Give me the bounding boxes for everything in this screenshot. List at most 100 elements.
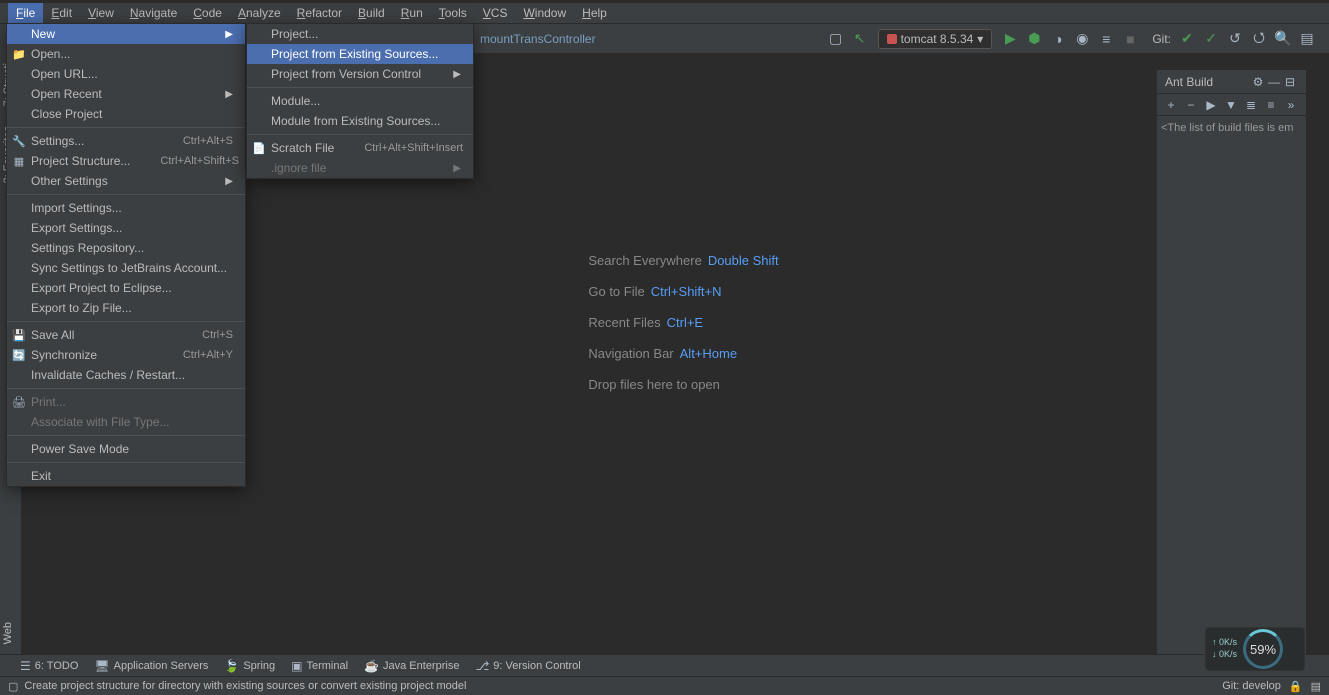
menu-item-shortcut: Ctrl+S xyxy=(172,329,233,341)
lock-icon[interactable]: 🔒 xyxy=(1289,680,1303,693)
menu-bar: FileEditViewNavigateCodeAnalyzeRefactorB… xyxy=(0,3,1329,23)
attach-button[interactable]: ≡ xyxy=(1096,29,1116,49)
file-separator xyxy=(7,194,245,195)
vcs-history-button[interactable]: ↺ xyxy=(1225,29,1245,49)
menu-file[interactable]: File xyxy=(8,3,43,23)
cpu-gauge: 59% xyxy=(1243,629,1283,669)
file-item-export-project-to-eclipse[interactable]: Export Project to Eclipse... xyxy=(7,278,245,298)
file-item-invalidate-caches-restart[interactable]: Invalidate Caches / Restart... xyxy=(7,365,245,385)
status-bar: ▢ Create project structure for directory… xyxy=(0,676,1329,695)
run-config-selector[interactable]: tomcat 8.5.34 ▾ xyxy=(878,29,993,49)
left-tab-web[interactable]: Web xyxy=(0,612,16,654)
menu-code[interactable]: Code xyxy=(185,3,230,23)
ide-button[interactable]: ▤ xyxy=(1297,29,1317,49)
remove-icon[interactable]: − xyxy=(1181,98,1201,112)
menu-item-label: Exit xyxy=(31,469,51,483)
more-icon[interactable]: » xyxy=(1281,98,1301,112)
new-item-project-from-version-control[interactable]: Project from Version Control▶ xyxy=(247,64,473,84)
menu-help[interactable]: Help xyxy=(574,3,615,23)
performance-widget[interactable]: ↑ 0K/s ↓ 0K/s 59% xyxy=(1205,627,1305,671)
notif-icon[interactable]: ▤ xyxy=(1311,680,1321,693)
menu-run[interactable]: Run xyxy=(393,3,431,23)
vcs-commit-button[interactable]: ✓ xyxy=(1201,29,1221,49)
menu-view[interactable]: View xyxy=(80,3,122,23)
bottom-tab-label: Terminal xyxy=(306,660,348,672)
file-item-export-to-zip-file[interactable]: Export to Zip File... xyxy=(7,298,245,318)
menu-edit[interactable]: Edit xyxy=(43,3,80,23)
file-item-save-all[interactable]: 💾 Save All Ctrl+S xyxy=(7,325,245,345)
bottom-tab-application-servers[interactable]: 🖥Application Servers xyxy=(94,659,208,673)
bottom-tab-java-enterprise[interactable]: ☕Java Enterprise xyxy=(364,659,459,673)
expand-icon[interactable]: ≣ xyxy=(1241,98,1261,112)
menu-item-label: Project from Version Control xyxy=(271,67,421,81)
new-item-module-from-existing-sources[interactable]: Module from Existing Sources... xyxy=(247,111,473,131)
new-item-scratch-file[interactable]: 📄Scratch FileCtrl+Alt+Shift+Insert xyxy=(247,138,473,158)
file-item-exit[interactable]: Exit xyxy=(7,466,245,486)
file-item-close-project[interactable]: Close Project xyxy=(7,104,245,124)
bottom-tab-label: Spring xyxy=(243,660,275,672)
menu-build[interactable]: Build xyxy=(350,3,393,23)
device-icon[interactable]: ▢ xyxy=(826,29,846,49)
breadcrumb[interactable]: mountTransController xyxy=(480,32,596,46)
bottom-tab-terminal[interactable]: ▣Terminal xyxy=(291,659,348,673)
hint-label: Search Everywhere xyxy=(588,253,701,268)
add-icon[interactable]: + xyxy=(1161,98,1181,112)
bottom-tab-9-version-control[interactable]: ⎇9: Version Control xyxy=(475,659,580,673)
new-item-project[interactable]: Project... xyxy=(247,24,473,44)
hide-icon[interactable]: ⊟ xyxy=(1282,75,1298,89)
menu-item-icon: 📄 xyxy=(251,142,267,155)
run-icon[interactable]: ▶ xyxy=(1201,98,1221,112)
debug-button[interactable]: ⬢ xyxy=(1024,29,1044,49)
gear-icon[interactable]: ⚙ xyxy=(1250,75,1266,89)
menu-item-label: Save All xyxy=(31,328,74,342)
file-item-export-settings[interactable]: Export Settings... xyxy=(7,218,245,238)
menu-window[interactable]: Window xyxy=(515,3,574,23)
coverage-button[interactable]: ◑ xyxy=(1048,29,1068,49)
file-item-new[interactable]: New▶ xyxy=(7,24,245,44)
menu-analyze[interactable]: Analyze xyxy=(230,3,289,23)
menu-refactor[interactable]: Refactor xyxy=(289,3,350,23)
file-item-project-structure[interactable]: ▦Project Structure...Ctrl+Alt+Shift+S xyxy=(7,151,245,171)
new-item-module[interactable]: Module... xyxy=(247,91,473,111)
file-item-other-settings[interactable]: Other Settings▶ xyxy=(7,171,245,191)
menu-tools[interactable]: Tools xyxy=(431,3,475,23)
run-config-label: tomcat 8.5.34 xyxy=(901,32,974,46)
menu-item-icon: 💾 xyxy=(11,329,27,342)
bottom-tab-spring[interactable]: 🍃Spring xyxy=(224,659,275,673)
vcs-revert-button[interactable]: ⭯ xyxy=(1249,29,1269,49)
file-item-sync-settings-to-jetbrains-account[interactable]: Sync Settings to JetBrains Account... xyxy=(7,258,245,278)
menu-item-label: Invalidate Caches / Restart... xyxy=(31,368,185,382)
chevron-right-icon: ▶ xyxy=(423,69,461,80)
file-item-open[interactable]: 📁Open... xyxy=(7,44,245,64)
menu-item-label: Export Project to Eclipse... xyxy=(31,281,172,295)
stop-button[interactable]: ■ xyxy=(1120,29,1140,49)
bottom-tool-bar: ☰6: TODO 🖥Application Servers 🍃Spring ▣Term… xyxy=(0,654,1329,676)
file-item-import-settings[interactable]: Import Settings... xyxy=(7,198,245,218)
file-item-open-url[interactable]: Open URL... xyxy=(7,64,245,84)
profile-button[interactable]: ◉ xyxy=(1072,29,1092,49)
chevron-down-icon: ▾ xyxy=(977,32,983,46)
filter-icon[interactable]: ▼ xyxy=(1221,98,1241,112)
file-item-settings-repository[interactable]: Settings Repository... xyxy=(7,238,245,258)
menu-vcs[interactable]: VCS xyxy=(475,3,516,23)
file-item-synchronize[interactable]: 🔄SynchronizeCtrl+Alt+Y xyxy=(7,345,245,365)
search-button[interactable]: 🔍 xyxy=(1273,29,1293,49)
bottom-tab-6-todo[interactable]: ☰6: TODO xyxy=(20,659,78,673)
status-icon[interactable]: ▢ xyxy=(8,680,18,693)
menu-navigate[interactable]: Navigate xyxy=(122,3,185,23)
file-separator xyxy=(7,388,245,389)
collapse-icon[interactable]: ≡ xyxy=(1261,98,1281,112)
minimize-icon[interactable]: — xyxy=(1266,75,1282,89)
menu-item-icon: 🖨 xyxy=(11,396,27,409)
file-item-open-recent[interactable]: Open Recent▶ xyxy=(7,84,245,104)
status-git-branch[interactable]: Git: develop xyxy=(1222,680,1281,692)
vcs-update-button[interactable]: ✔ xyxy=(1177,29,1197,49)
menu-item-shortcut: Ctrl+Alt+S xyxy=(153,135,233,147)
run-button[interactable]: ▶ xyxy=(1000,29,1020,49)
new-item-project-from-existing-sources[interactable]: Project from Existing Sources... xyxy=(247,44,473,64)
bottom-tab-label: 6: TODO xyxy=(35,660,79,672)
back-icon[interactable]: ↖ xyxy=(850,29,870,49)
file-item-power-save-mode[interactable]: Power Save Mode xyxy=(7,439,245,459)
menu-item-label: Module... xyxy=(271,94,320,108)
file-item-settings[interactable]: 🔧Settings...Ctrl+Alt+S xyxy=(7,131,245,151)
